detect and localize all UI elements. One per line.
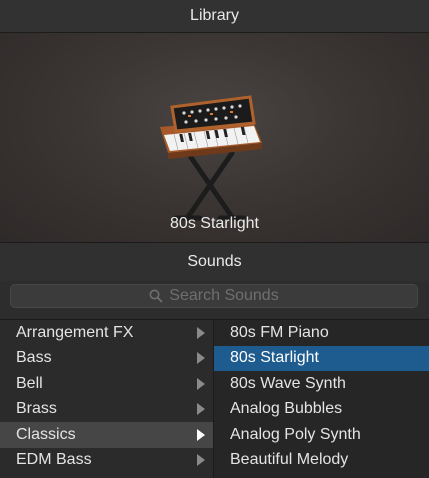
category-item[interactable]: EDM Bass [0,448,213,474]
search-input[interactable]: Search Sounds [10,284,418,308]
category-item-label: Bass [16,349,52,367]
patch-item-label: Beautiful Melody [230,451,349,469]
category-item-label: EDM Bass [16,451,92,469]
category-item-label: Bell [16,374,43,392]
sound-browser: Arrangement FX Bass Bell Brass Classics EDM B… [0,320,429,478]
instrument-name: 80s Starlight [170,215,259,232]
patch-item[interactable]: 80s Starlight [214,345,429,371]
chevron-right-icon [197,377,205,390]
patch-item-label: Analog Bubbles [230,400,343,418]
category-item[interactable]: Bass [0,346,213,372]
search-area: Search Sounds [0,281,429,320]
patch-item-label: 80s FM Piano [230,323,329,341]
library-title: Library [190,7,239,24]
sounds-header: Sounds [0,243,429,281]
patch-item[interactable]: 80s FM Piano [214,320,429,346]
category-item-label: Classics [16,425,76,443]
chevron-right-icon [197,454,205,467]
chevron-right-icon [197,352,205,365]
chevron-right-icon [197,428,205,441]
library-panel: Library 80s Starlight Sounds Search Soun… [0,0,429,478]
patch-item[interactable]: 80s Wave Synth [214,371,429,397]
patch-item-label: 80s Starlight [230,349,319,367]
category-item[interactable]: Bell [0,371,213,397]
patch-item[interactable]: Beautiful Melody [214,448,429,474]
library-header: Library [0,0,429,33]
category-item[interactable]: Brass [0,397,213,423]
category-item[interactable]: Classics [0,422,213,448]
chevron-right-icon [197,326,205,339]
instrument-preview: 80s Starlight [0,33,429,243]
stand-graphic [173,150,247,221]
search-placeholder: Search Sounds [169,287,279,304]
synthesizer-image [160,95,262,221]
category-item[interactable]: Arrangement FX [0,320,213,346]
patch-item[interactable]: Analog Bubbles [214,397,429,423]
sounds-title: Sounds [187,253,242,270]
patch-item-label: Analog Poly Synth [230,425,361,443]
patch-item-label: 80s Wave Synth [230,374,346,392]
category-item-label: Brass [16,400,57,418]
category-list: Arrangement FX Bass Bell Brass Classics EDM B… [0,320,214,478]
search-icon [149,289,163,303]
patch-list: 80s FM Piano 80s Starlight 80s Wave Synth A… [214,320,429,478]
patch-item[interactable]: Analog Poly Synth [214,422,429,448]
chevron-right-icon [197,403,205,416]
category-item-label: Arrangement FX [16,323,134,341]
synth-body-graphic [160,95,262,159]
